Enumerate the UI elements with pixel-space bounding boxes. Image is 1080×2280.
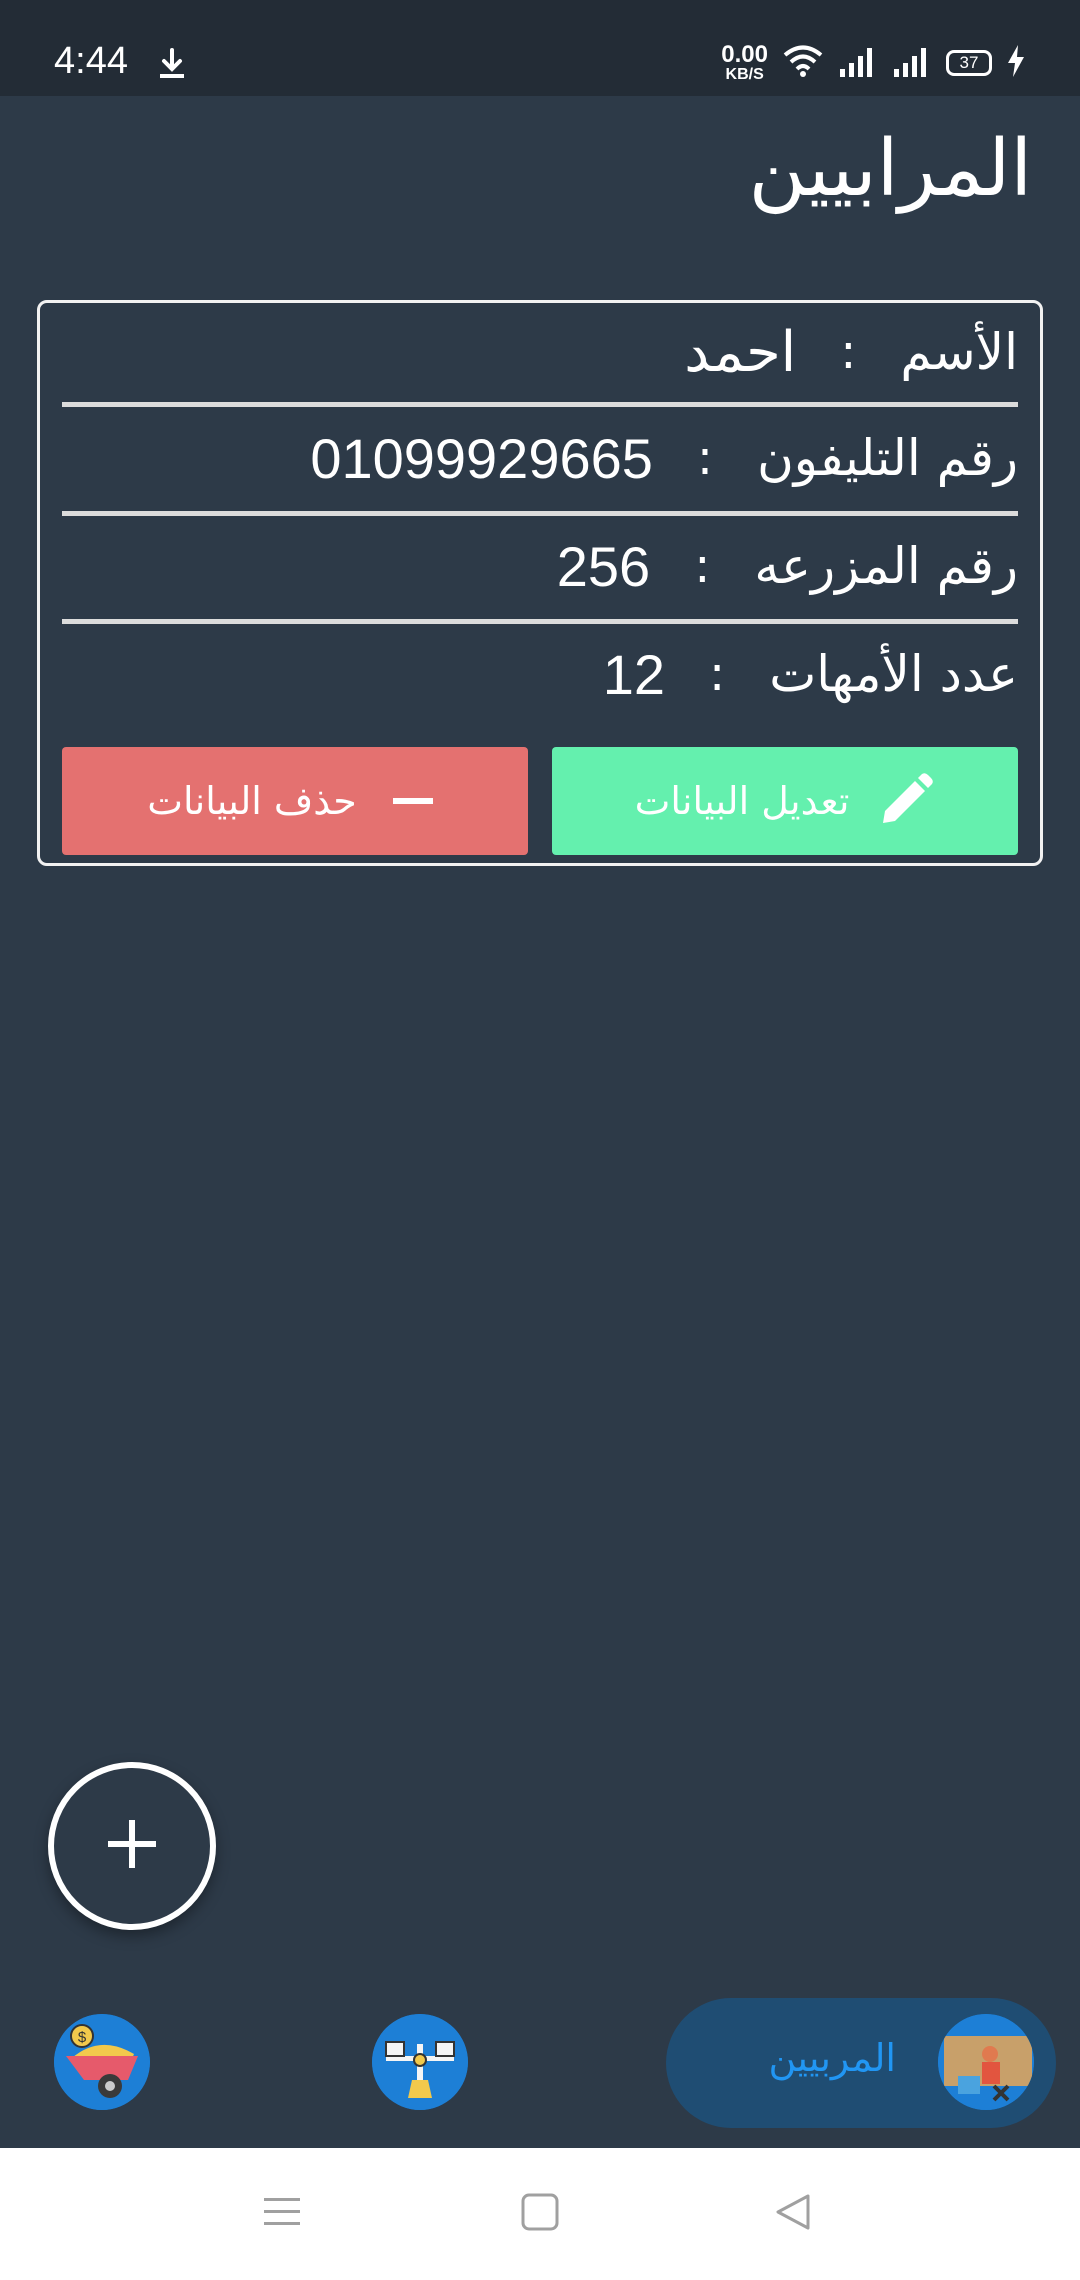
mothers-label: عدد الأمهات (769, 645, 1018, 703)
status-indicators: 0.00 KB/S 37 (721, 38, 1026, 88)
breeder-card: الأسم : احمد رقم التليفون : 01099929665 … (37, 300, 1043, 866)
menu-icon (262, 2192, 302, 2236)
net-speed-unit: KB/S (725, 66, 764, 83)
edit-data-button[interactable]: تعديل البيانات (552, 747, 1018, 855)
download-icon (154, 46, 190, 82)
mothers-separator: : (709, 646, 726, 702)
system-back-button[interactable] (764, 2184, 824, 2244)
page-title: المرابيين (748, 124, 1032, 214)
farm-value: 256 (556, 534, 651, 598)
balance-scale-icon (372, 2014, 468, 2110)
nav-item-balance[interactable] (372, 2014, 468, 2110)
breeder-icon (938, 2014, 1034, 2110)
nav-item-breeders[interactable]: المربيين (666, 1998, 1056, 2128)
bottom-navigation: $ المربيين (0, 1974, 1080, 2148)
wheelbarrow-money-icon: $ (54, 2014, 150, 2110)
farm-row: رقم المزرعه : 256 (62, 517, 1018, 615)
wifi-icon (782, 44, 824, 82)
name-value: احمد (684, 319, 797, 385)
add-breeder-button[interactable] (48, 1762, 216, 1930)
nav-breeders-label: المربيين (768, 2036, 896, 2080)
nav-item-sales[interactable]: $ (54, 2014, 150, 2110)
phone-row: رقم التليفون : 01099929665 (62, 409, 1018, 507)
name-row: الأسم : احمد (62, 303, 1018, 401)
minus-icon (383, 771, 443, 831)
farm-separator: : (694, 538, 711, 594)
home-square-icon (520, 2192, 560, 2236)
delete-data-label: حذف البيانات (147, 779, 357, 823)
mothers-row: عدد الأمهات : 12 (62, 625, 1018, 723)
system-home-button[interactable] (510, 2184, 570, 2244)
phone-label: رقم التليفون (757, 429, 1018, 487)
divider (62, 619, 1018, 624)
signal-icon (838, 45, 878, 81)
system-navigation-bar (0, 2148, 1080, 2280)
battery-indicator: 37 (946, 50, 992, 76)
charging-icon (1006, 45, 1026, 81)
status-bar: 4:44 0.00 KB/S 37 (0, 0, 1080, 96)
mothers-value: 12 (602, 642, 666, 706)
farm-label: رقم المزرعه (754, 537, 1018, 595)
status-time: 4:44 (54, 40, 128, 82)
phone-value: 01099929665 (310, 426, 653, 490)
divider (62, 402, 1018, 407)
system-menu-button[interactable] (252, 2184, 312, 2244)
edit-data-label: تعديل البيانات (634, 779, 850, 823)
divider (62, 511, 1018, 516)
screen: 4:44 0.00 KB/S 37 المرابيين الأسم: احمد… (0, 0, 1080, 2280)
svg-text:$: $ (78, 2029, 87, 2046)
name-label: الأسم (900, 323, 1018, 381)
signal-icon (892, 45, 932, 81)
back-triangle-icon (774, 2192, 814, 2236)
pencil-icon (875, 771, 935, 831)
name-separator: : (840, 324, 857, 380)
delete-data-button[interactable]: حذف البيانات (62, 747, 528, 855)
phone-separator: : (696, 430, 714, 486)
net-speed-value: 0.00 (721, 41, 768, 68)
net-speed: 0.00 KB/S (721, 43, 768, 83)
plus-icon (102, 1814, 162, 1878)
